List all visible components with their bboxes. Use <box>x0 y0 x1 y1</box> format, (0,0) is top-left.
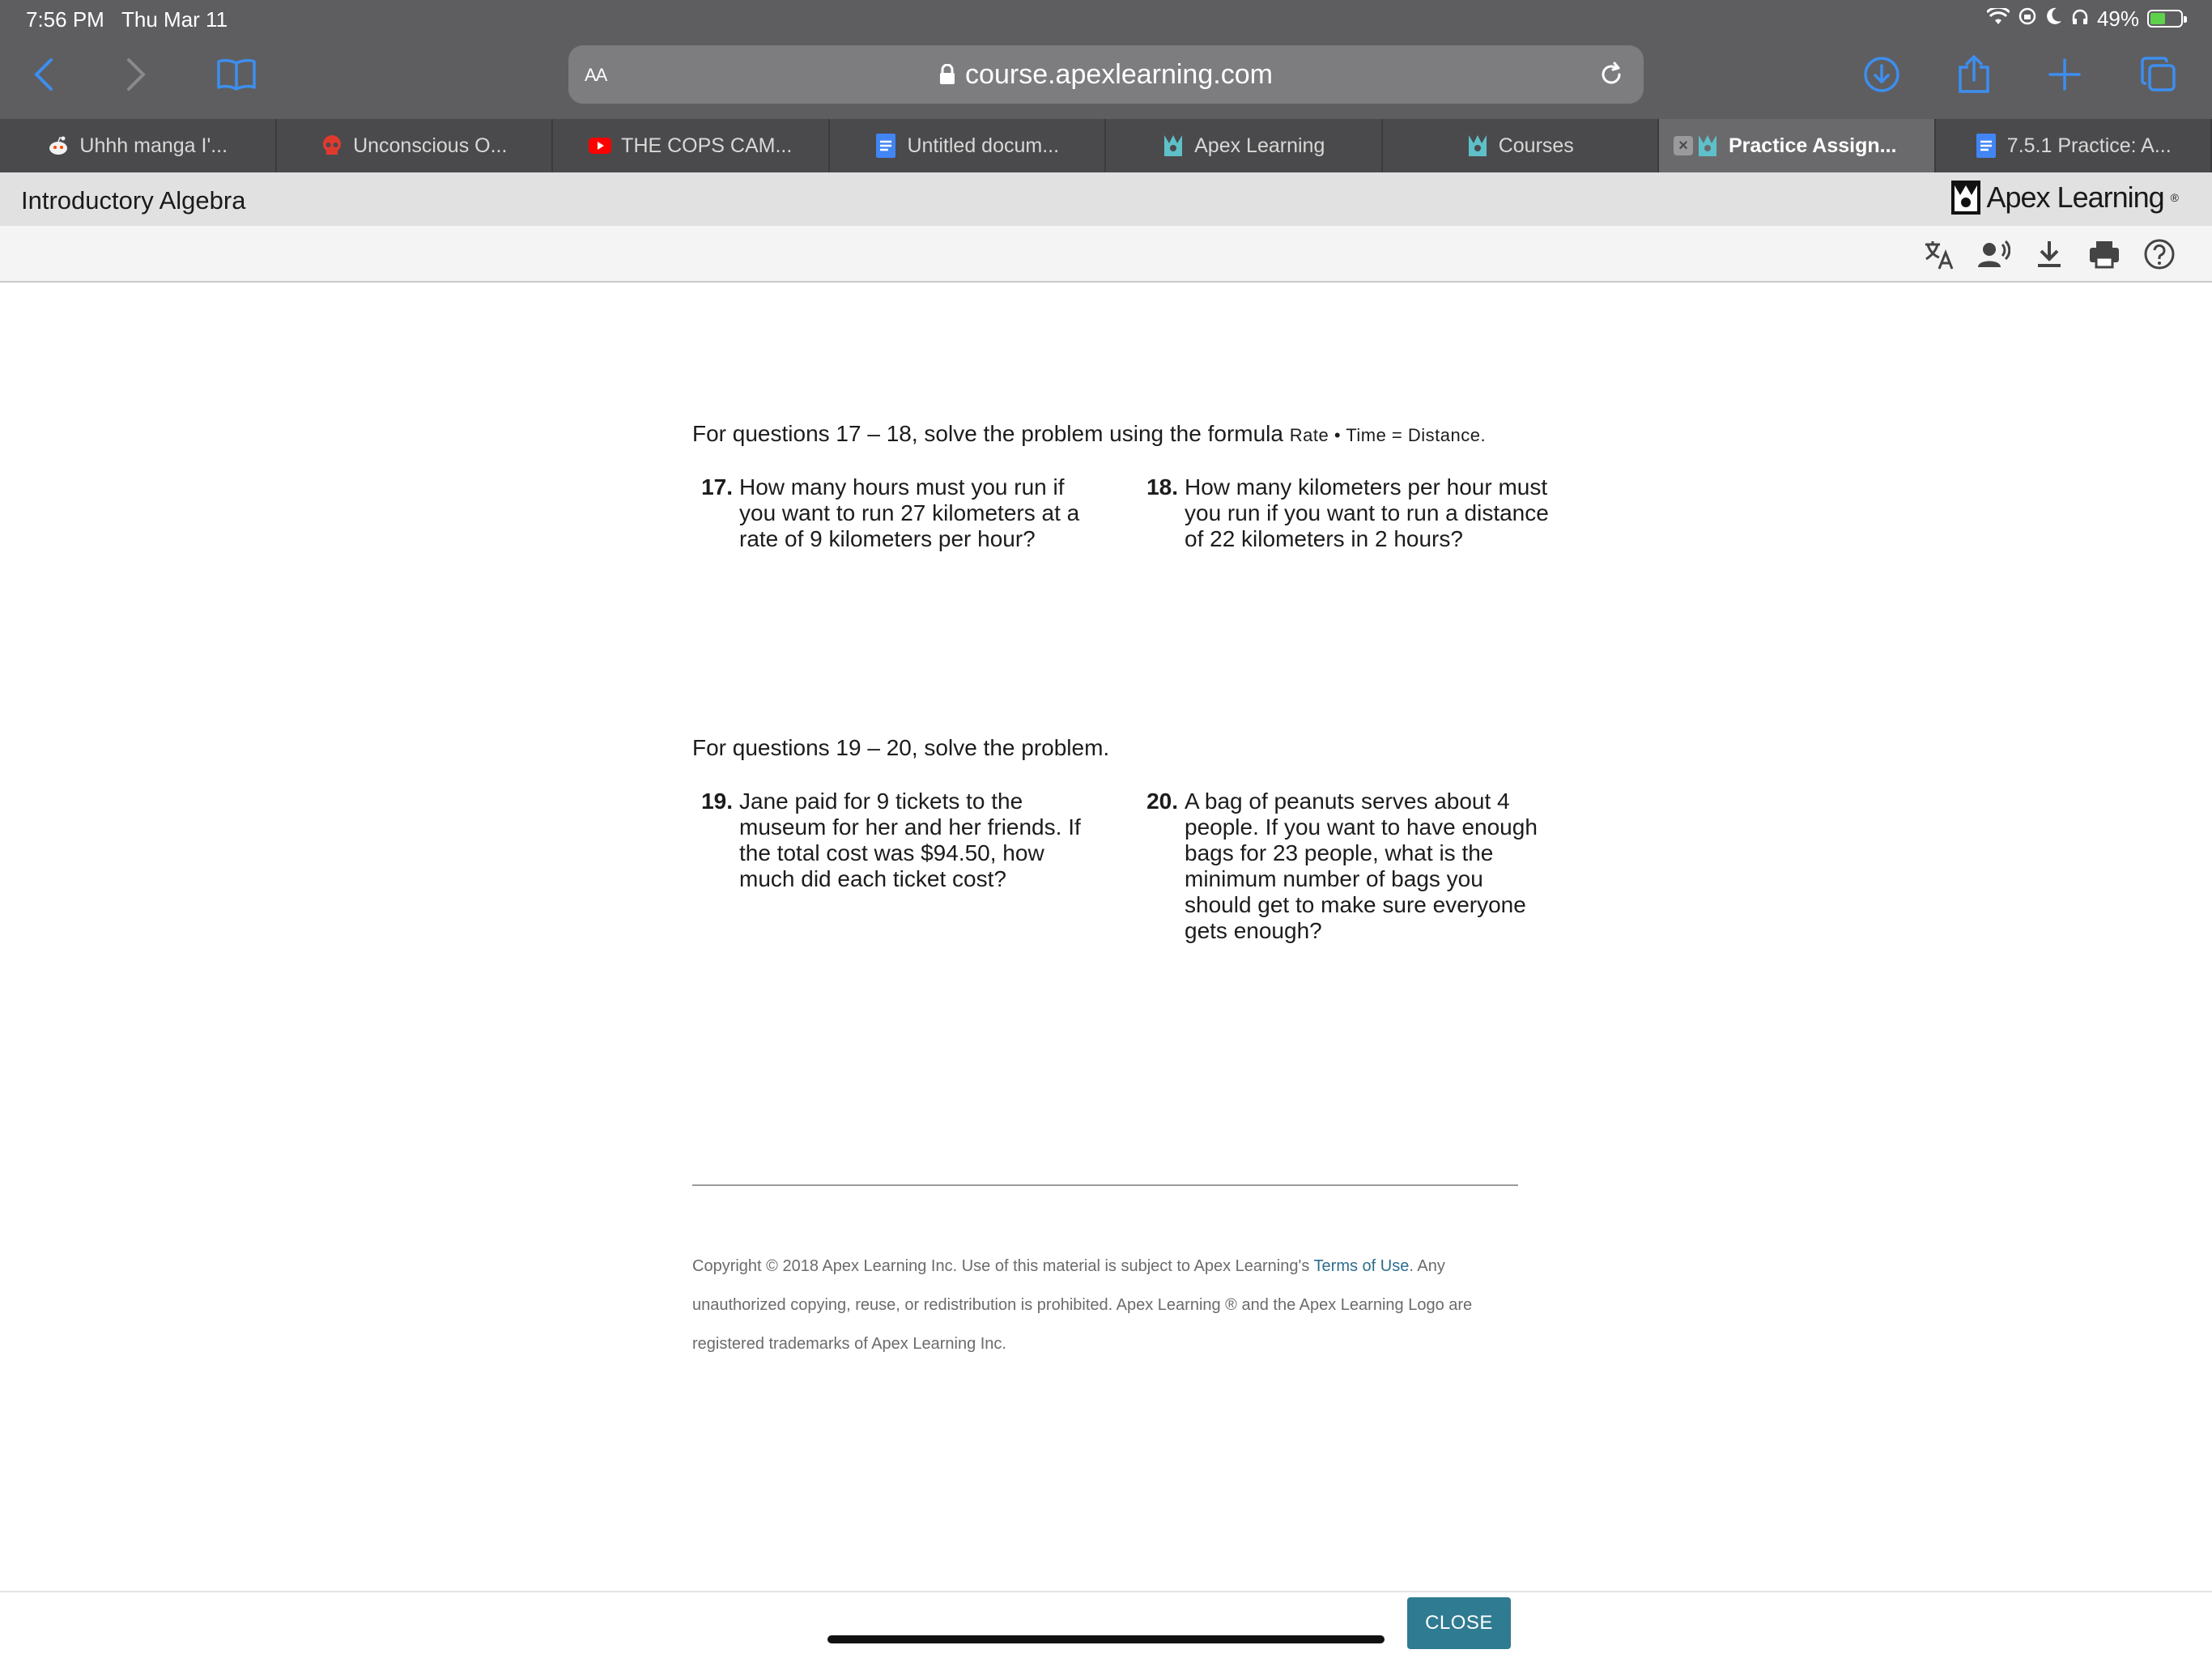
brand-name: Apex Learning <box>1986 181 2165 214</box>
share-button[interactable] <box>1950 50 1998 99</box>
battery-level <box>2150 13 2165 24</box>
apex-logo-icon <box>1950 181 1980 215</box>
question-18: 18. How many kilometers per hour must yo… <box>1138 474 1583 552</box>
downloads-button[interactable] <box>1857 50 1906 99</box>
question-17: 17. How many hours must you run if you w… <box>692 474 1138 552</box>
headphones-icon <box>2071 6 2089 32</box>
print-icon[interactable] <box>2087 237 2121 271</box>
url-text: course.apexlearning.com <box>965 59 1273 90</box>
download-circle-icon <box>1864 57 1899 92</box>
terms-of-use-link[interactable]: Terms of Use <box>1314 1257 1410 1275</box>
tool-bar <box>0 226 2212 283</box>
address-bar[interactable]: AA course.apexlearning.com <box>568 45 1644 104</box>
question-text: Jane paid for 9 tickets to the museum fo… <box>739 789 1081 891</box>
skull-icon <box>321 134 343 157</box>
instruction-text: For questions 17 – 18, solve the problem… <box>692 421 1283 446</box>
browser-chrome: 7:56 PM Thu Mar 11 49% AA course.apexlea… <box>0 0 2212 119</box>
tab-label: 7.5.1 Practice: A... <box>2006 134 2172 157</box>
question-number: 20. <box>1146 789 1178 814</box>
tab-youtube[interactable]: THE COPS CAM... <box>553 119 830 172</box>
question-20: 20. A bag of peanuts serves about 4 peop… <box>1138 789 1583 944</box>
bottom-divider <box>0 1591 2212 1592</box>
tab-reddit[interactable]: Uhhh manga I'... <box>0 119 277 172</box>
apex-icon <box>1696 134 1719 157</box>
battery-percent: 49% <box>2096 6 2139 31</box>
docs-icon <box>874 134 897 158</box>
tab-7-5-1-practice[interactable]: 7.5.1 Practice: A... <box>1936 119 2212 172</box>
tab-apex-learning[interactable]: Apex Learning <box>1106 119 1383 172</box>
translate-icon[interactable] <box>1922 237 1956 271</box>
plus-icon <box>2048 58 2081 91</box>
tab-label: Uhhh manga I'... <box>79 134 228 157</box>
question-text: A bag of peanuts serves about 4 people. … <box>1185 789 1538 943</box>
apex-icon <box>1162 134 1185 157</box>
tab-overview-button[interactable] <box>2134 50 2183 99</box>
tab-label: Apex Learning <box>1194 134 1325 157</box>
new-tab-button[interactable] <box>2040 50 2089 99</box>
share-icon <box>1959 55 1989 93</box>
tab-practice-assignment[interactable]: × Practice Assign... <box>1659 119 1936 172</box>
bookmarks-button[interactable] <box>212 50 261 99</box>
question-number: 18. <box>1146 474 1178 500</box>
reload-icon <box>1602 62 1621 84</box>
help-icon[interactable] <box>2142 237 2176 271</box>
section-instructions-17-18: For questions 17 – 18, solve the problem… <box>692 421 1583 447</box>
tab-courses[interactable]: Courses <box>1383 119 1659 172</box>
apex-icon <box>1466 134 1489 157</box>
course-title: Introductory Algebra <box>21 186 246 215</box>
tab-untitled-document[interactable]: Untitled docum... <box>830 119 1106 172</box>
book-icon <box>217 58 256 91</box>
close-tab-icon[interactable]: × <box>1674 136 1693 155</box>
formula: Rate • Time = Distance <box>1289 425 1481 445</box>
copyright-notice: Copyright © 2018 Apex Learning Inc. Use … <box>692 1247 1518 1363</box>
docs-icon <box>1975 134 1997 158</box>
question-text: How many hours must you run if you want … <box>739 474 1080 551</box>
question-row-17-18: 17. How many hours must you run if you w… <box>692 474 1583 552</box>
read-aloud-icon[interactable] <box>1977 237 2011 271</box>
wifi-icon <box>1985 6 2011 32</box>
lock-icon <box>939 61 955 92</box>
forward-button[interactable] <box>112 50 160 99</box>
status-time-label: 7:56 PM <box>26 7 104 32</box>
reload-button[interactable] <box>1597 60 1626 93</box>
question-number: 19. <box>701 789 733 814</box>
status-indicators: 49% <box>1985 5 2187 32</box>
battery-icon <box>2147 10 2187 28</box>
reddit-icon <box>47 134 70 157</box>
back-button[interactable] <box>19 50 68 99</box>
practice-document: For questions 17 – 18, solve the problem… <box>692 421 1583 944</box>
download-icon[interactable] <box>2032 237 2066 271</box>
tabs-icon <box>2141 57 2176 91</box>
status-time: 7:56 PM Thu Mar 11 <box>26 7 228 32</box>
home-indicator[interactable] <box>827 1635 1385 1643</box>
question-number: 17. <box>701 474 733 500</box>
apex-logo: Apex Learning ® <box>1950 181 2179 215</box>
status-date-label: Thu Mar 11 <box>121 7 228 32</box>
copyright-text: Copyright © 2018 Apex Learning Inc. Use … <box>692 1257 1310 1275</box>
tab-label: Unconscious O... <box>353 134 508 157</box>
moon-icon <box>2045 6 2063 32</box>
close-button[interactable]: CLOSE <box>1407 1597 1511 1649</box>
question-text: How many kilometers per hour must you ru… <box>1185 474 1549 551</box>
tab-label: Untitled docum... <box>907 134 1060 157</box>
course-header: Introductory Algebra Apex Learning ® <box>0 172 2212 226</box>
question-row-19-20: 19. Jane paid for 9 tickets to the museu… <box>692 789 1583 944</box>
section-instructions-19-20: For questions 19 – 20, solve the problem… <box>692 735 1110 760</box>
screen-lock-icon <box>2018 6 2037 32</box>
question-19: 19. Jane paid for 9 tickets to the museu… <box>692 789 1138 944</box>
tab-label: Courses <box>1498 134 1574 157</box>
tab-strip: Uhhh manga I'... Unconscious O... THE CO… <box>0 119 2212 172</box>
youtube-icon <box>589 134 612 157</box>
tab-label: THE COPS CAM... <box>621 134 793 157</box>
formula-period: . <box>1480 425 1487 445</box>
url-display[interactable]: course.apexlearning.com <box>568 59 1644 92</box>
tab-unconscious[interactable]: Unconscious O... <box>277 119 553 172</box>
footer-divider <box>692 1184 1518 1186</box>
tab-label: Practice Assign... <box>1729 134 1897 157</box>
